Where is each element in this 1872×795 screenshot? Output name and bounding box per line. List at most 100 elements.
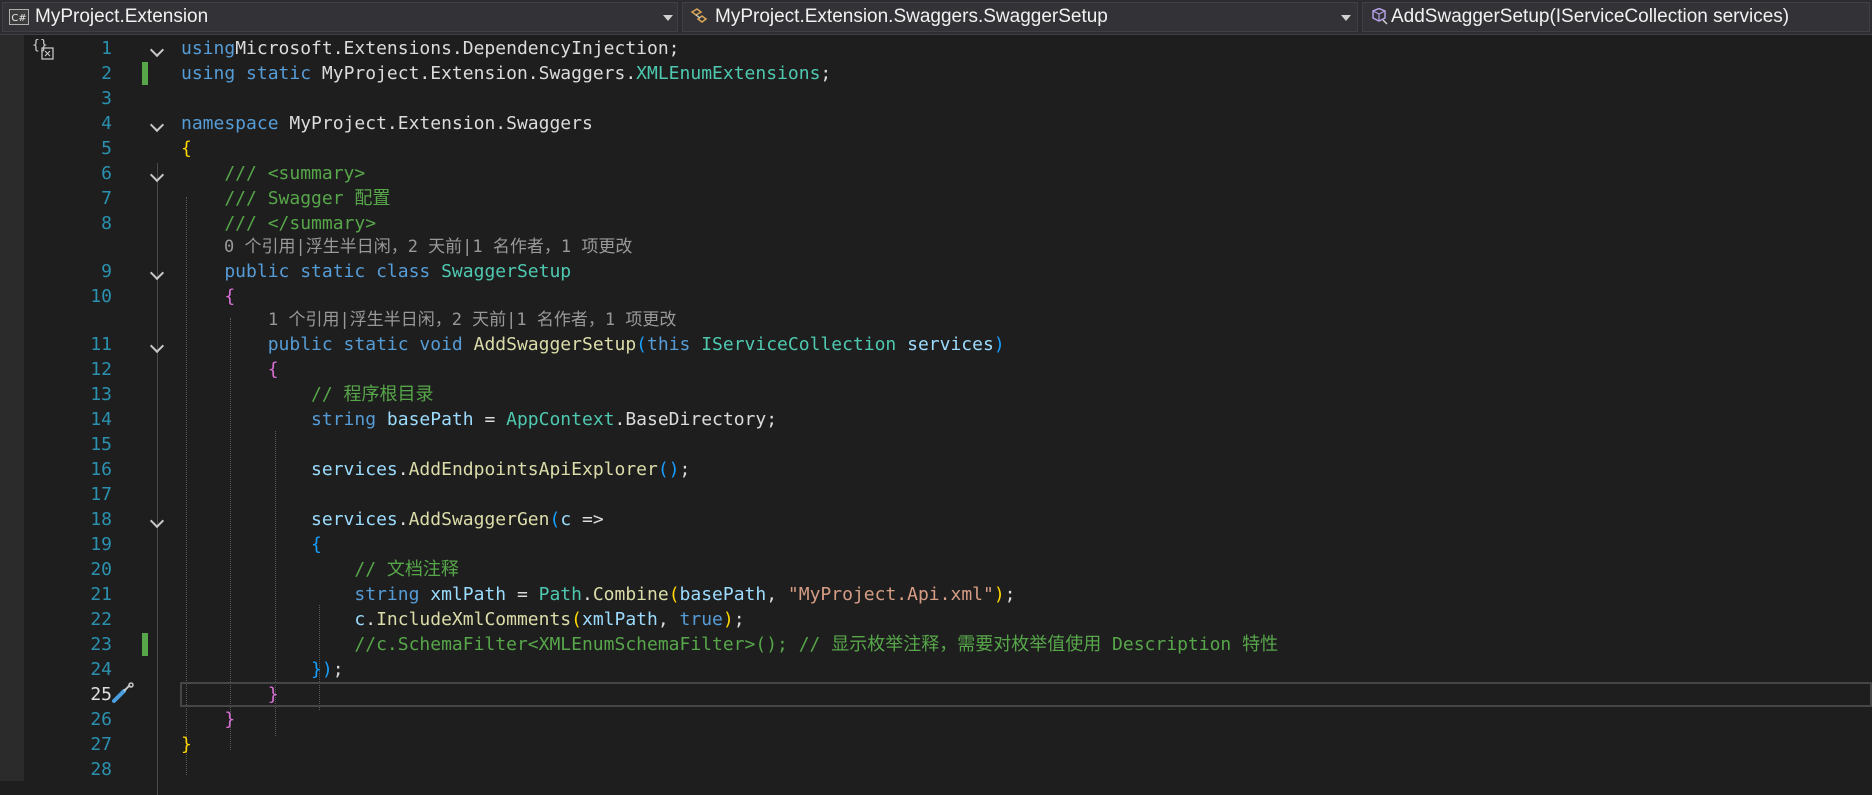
collapse-chevron-icon[interactable] — [149, 265, 165, 281]
quick-actions-screwdriver-icon[interactable] — [110, 682, 136, 704]
code-token: Microsoft.Extensions.DependencyInjection… — [235, 38, 680, 59]
code-token: // 文档注释 — [181, 559, 459, 580]
code-token: . — [397, 509, 409, 530]
code-text[interactable]: using static MyProject.Extension.Swagger… — [181, 61, 831, 86]
code-line: 13 // 程序根目录 — [0, 382, 1872, 407]
code-editor[interactable]: {} 1 usingMicrosoft.Extensions.Dependency… — [0, 35, 1872, 795]
code-text[interactable]: { — [181, 136, 192, 161]
code-text[interactable]: } — [181, 732, 192, 757]
codelens-info[interactable]: 0 个引用|浮生半日闲，2 天前|1 名作者，1 项更改 — [224, 235, 632, 260]
collapse-chevron-icon[interactable] — [149, 338, 165, 354]
code-line: 22 c.IncludeXmlComments(xmlPath, true); — [0, 607, 1872, 632]
code-line: 27} — [0, 732, 1872, 757]
code-text[interactable]: usingMicrosoft.Extensions.DependencyInje… — [181, 36, 680, 61]
code-token: ; — [733, 609, 745, 630]
type-name: MyProject.Extension.Swaggers.SwaggerSetu… — [715, 6, 1108, 27]
code-text[interactable]: //c.SchemaFilter<XMLEnumSchemaFilter>();… — [181, 632, 1278, 657]
code-text[interactable]: services.AddEndpointsApiExplorer(); — [181, 457, 690, 482]
code-token: true — [679, 609, 723, 630]
code-token: string — [181, 584, 431, 605]
chevron-down-icon[interactable] — [663, 15, 673, 21]
code-token: xmlPath — [582, 609, 658, 630]
code-token: { — [181, 534, 322, 555]
code-text[interactable]: { — [181, 284, 235, 309]
code-token: basePath — [679, 584, 767, 605]
code-token: ) — [993, 584, 1005, 605]
code-token: services — [181, 509, 398, 530]
line-number: 17 — [90, 484, 112, 505]
code-text[interactable]: public static void AddSwaggerSetup(this … — [181, 332, 1005, 357]
collapse-chevron-icon[interactable] — [149, 117, 165, 133]
type-dropdown[interactable]: MyProject.Extension.Swaggers.SwaggerSetu… — [682, 2, 1358, 32]
project-dropdown[interactable]: C# MyProject.Extension — [2, 2, 678, 32]
code-token: public static class — [181, 261, 442, 282]
code-token: => — [571, 509, 604, 530]
code-text[interactable]: /// Swagger 配置 — [181, 186, 390, 211]
line-number: 18 — [90, 509, 112, 530]
code-line: 8 /// </summary> — [0, 211, 1872, 236]
code-token: // 程序根目录 — [181, 384, 434, 405]
code-text[interactable]: services.AddSwaggerGen(c => — [181, 507, 604, 532]
code-line: 28 — [0, 757, 1872, 782]
code-text[interactable]: c.IncludeXmlComments(xmlPath, true); — [181, 607, 745, 632]
code-text[interactable]: { — [181, 532, 322, 557]
code-token: ( — [636, 334, 648, 355]
collapse-chevron-icon[interactable] — [149, 513, 165, 529]
code-line: 4 namespace MyProject.Extension.Swaggers — [0, 111, 1872, 136]
codelens-info[interactable]: 1 个引用|浮生半日闲，2 天前|1 名作者，1 项更改 — [268, 308, 676, 333]
code-text[interactable]: { — [181, 357, 279, 382]
code-text[interactable]: } — [181, 707, 235, 732]
code-line: 16 services.AddEndpointsApiExplorer(); — [0, 457, 1872, 482]
code-text[interactable]: namespace MyProject.Extension.Swaggers — [181, 111, 593, 136]
code-token: . — [365, 609, 377, 630]
code-text[interactable]: }); — [181, 657, 344, 682]
code-line: 3 — [0, 86, 1872, 111]
line-number: 22 — [90, 609, 112, 630]
code-line: 15 — [0, 432, 1872, 457]
code-token: = — [473, 409, 507, 430]
code-token: static — [235, 63, 322, 84]
collapse-chevron-icon[interactable] — [149, 42, 165, 58]
code-token: ) — [993, 334, 1005, 355]
code-text[interactable]: string basePath = AppContext.BaseDirecto… — [181, 407, 777, 432]
code-text[interactable]: public static class SwaggerSetup — [181, 259, 571, 284]
code-line: 17 — [0, 482, 1872, 507]
code-token: MyProject.Extension.Swaggers. — [321, 63, 637, 84]
code-token: = — [506, 584, 539, 605]
code-token: MyProject.Extension.Swaggers — [278, 113, 593, 134]
code-text[interactable]: // 文档注释 — [181, 557, 459, 582]
code-token: ( — [571, 609, 582, 630]
chevron-down-icon[interactable] — [1341, 15, 1351, 21]
code-text[interactable]: // 程序根目录 — [181, 382, 434, 407]
code-text[interactable]: } — [181, 682, 279, 707]
code-token: ( — [549, 509, 561, 530]
code-token: //c.SchemaFilter<XMLEnumSchemaFilter>();… — [181, 634, 1279, 655]
code-text[interactable]: /// <summary> — [181, 161, 365, 186]
code-token: . — [397, 459, 409, 480]
code-token: services — [181, 459, 398, 480]
code-token: AddEndpointsApiExplorer — [408, 459, 658, 480]
code-token: } — [181, 684, 279, 705]
member-dropdown[interactable]: AddSwaggerSetup(IServiceCollection servi… — [1362, 2, 1870, 32]
code-token: c — [181, 609, 366, 630]
code-text[interactable]: string xmlPath = Path.Combine(basePath, … — [181, 582, 1016, 607]
code-line: 26 } — [0, 707, 1872, 732]
svg-text:C#: C# — [11, 13, 26, 24]
code-text[interactable]: /// </summary> — [181, 211, 376, 236]
change-indicator — [142, 633, 148, 656]
code-token: string — [181, 409, 387, 430]
line-number: 25 — [90, 684, 112, 705]
code-token: AddSwaggerSetup — [473, 334, 637, 355]
code-line: 14 string basePath = AppContext.BaseDire… — [0, 407, 1872, 432]
code-token: ; — [1004, 584, 1016, 605]
code-token: "MyProject.Api.xml" — [787, 584, 994, 605]
line-number: 27 — [90, 734, 112, 755]
line-number: 8 — [101, 213, 112, 234]
collapse-chevron-icon[interactable] — [149, 167, 165, 183]
code-token: SwaggerSetup — [441, 261, 572, 282]
code-token: /// Swagger 配置 — [181, 188, 391, 209]
line-number: 5 — [101, 138, 112, 159]
code-token: services — [896, 334, 994, 355]
code-token: this — [647, 334, 702, 355]
change-indicator — [142, 62, 148, 85]
